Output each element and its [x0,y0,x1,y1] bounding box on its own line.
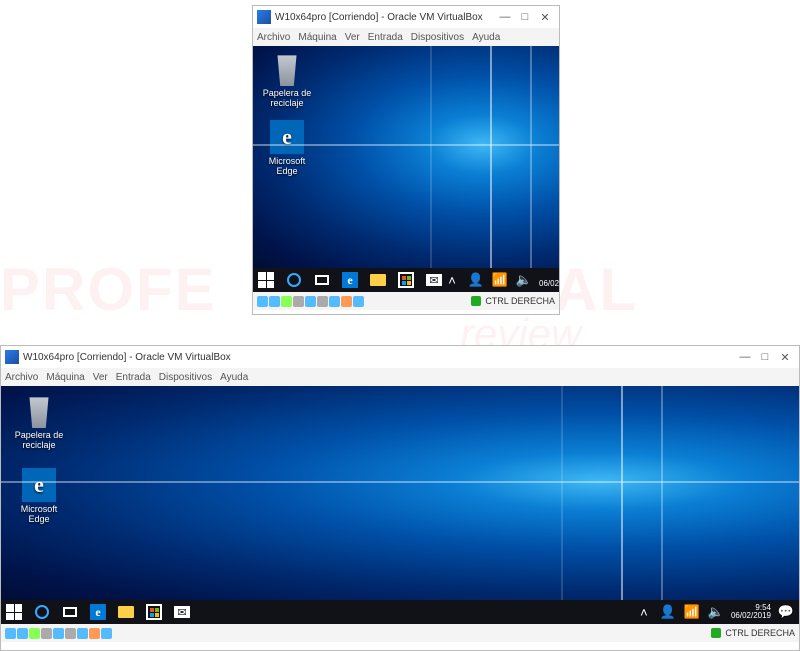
watermark-left: PROFE [0,255,217,324]
window-title: W10x64pro [Corriendo] - Oracle VM Virtua… [275,12,483,23]
minimize-button[interactable]: — [735,348,755,366]
close-button[interactable]: ✕ [775,348,795,366]
menu-archivo[interactable]: Archivo [257,32,290,43]
taskbar-clock[interactable]: 9:53 06/02/2019 [539,272,559,288]
taskbar-store-icon[interactable] [397,271,415,289]
window-title: W10x64pro [Corriendo] - Oracle VM Virtua… [23,352,231,363]
menu-dispositivos[interactable]: Dispositivos [411,32,464,43]
menu-entrada[interactable]: Entrada [368,32,403,43]
guest-desktop[interactable]: Papelera de reciclaje e Microsoft Edge e… [253,46,559,292]
taskview-icon[interactable] [61,603,79,621]
vm-window-small: W10x64pro [Corriendo] - Oracle VM Virtua… [252,5,560,315]
tray-volume-icon[interactable]: 🔈 [515,271,533,289]
cortana-icon[interactable] [33,603,51,621]
host-key-label: CTRL DERECHA [485,296,555,306]
menu-archivo[interactable]: Archivo [5,372,38,383]
desktop-icon-edge[interactable]: e Microsoft Edge [259,120,315,176]
vm-status-icons[interactable] [5,628,112,639]
taskbar-clock[interactable]: 9:54 06/02/2019 [731,604,771,620]
minimize-button[interactable]: — [495,8,515,26]
taskview-icon[interactable] [313,271,331,289]
desktop-icon-recycle-bin[interactable]: Papelera de reciclaje [11,394,67,450]
menu-dispositivos[interactable]: Dispositivos [159,372,212,383]
menu-ver[interactable]: Ver [345,32,360,43]
maximize-button[interactable]: □ [755,348,775,366]
tray-overflow-icon[interactable]: ˄ [635,603,653,621]
menu-ayuda[interactable]: Ayuda [472,32,500,43]
start-button[interactable] [5,603,23,621]
taskbar-explorer-icon[interactable] [117,603,135,621]
tray-overflow-icon[interactable]: ˄ [443,271,461,289]
taskbar-explorer-icon[interactable] [369,271,387,289]
host-key-indicator[interactable]: CTRL DERECHA [471,296,555,306]
app-icon [257,10,271,24]
tray-notifications-icon[interactable]: 💬 [777,603,795,621]
guest-taskbar: e ✉ ˄ 👤 📶 🔈 9:54 06/02/2019 💬 [1,600,799,624]
desktop-icon-label: Microsoft Edge [11,504,67,524]
guest-taskbar: e ✉ ˄ 👤 📶 🔈 9:53 06/02/2019 💬 [253,268,559,292]
taskbar-mail-icon[interactable]: ✉ [425,271,443,289]
tray-network-icon[interactable]: 📶 [491,271,509,289]
recycle-bin-icon [22,394,56,428]
taskbar-edge-icon[interactable]: e [89,603,107,621]
menu-ver[interactable]: Ver [93,372,108,383]
taskbar-mail-icon[interactable]: ✉ [173,603,191,621]
titlebar[interactable]: W10x64pro [Corriendo] - Oracle VM Virtua… [253,6,559,28]
menubar: Archivo Máquina Ver Entrada Dispositivos… [253,28,559,46]
edge-icon: e [22,468,56,502]
titlebar[interactable]: W10x64pro [Corriendo] - Oracle VM Virtua… [1,346,799,368]
menu-maquina[interactable]: Máquina [298,32,336,43]
desktop-icon-label: Papelera de reciclaje [259,88,315,108]
menu-entrada[interactable]: Entrada [116,372,151,383]
desktop-icon-label: Microsoft Edge [259,156,315,176]
vm-status-icons[interactable] [257,296,364,307]
cortana-icon[interactable] [285,271,303,289]
host-key-icon [711,628,721,638]
close-button[interactable]: ✕ [535,8,555,26]
menubar: Archivo Máquina Ver Entrada Dispositivos… [1,368,799,386]
tray-network-icon[interactable]: 📶 [683,603,701,621]
vm-statusbar: CTRL DERECHA [1,624,799,642]
desktop-icon-recycle-bin[interactable]: Papelera de reciclaje [259,52,315,108]
menu-maquina[interactable]: Máquina [46,372,84,383]
maximize-button[interactable]: □ [515,8,535,26]
start-button[interactable] [257,271,275,289]
tray-people-icon[interactable]: 👤 [467,271,485,289]
app-icon [5,350,19,364]
host-key-indicator[interactable]: CTRL DERECHA [711,628,795,638]
tray-volume-icon[interactable]: 🔈 [707,603,725,621]
desktop-icon-edge[interactable]: e Microsoft Edge [11,468,67,524]
menu-ayuda[interactable]: Ayuda [220,372,248,383]
vm-statusbar: CTRL DERECHA [253,292,559,310]
taskbar-store-icon[interactable] [145,603,163,621]
taskbar-edge-icon[interactable]: e [341,271,359,289]
host-key-label: CTRL DERECHA [725,628,795,638]
host-key-icon [471,296,481,306]
tray-people-icon[interactable]: 👤 [659,603,677,621]
edge-icon: e [270,120,304,154]
desktop-icon-label: Papelera de reciclaje [11,430,67,450]
guest-desktop[interactable]: Papelera de reciclaje e Microsoft Edge e… [1,386,799,624]
recycle-bin-icon [270,52,304,86]
vm-window-large: W10x64pro [Corriendo] - Oracle VM Virtua… [0,345,800,651]
